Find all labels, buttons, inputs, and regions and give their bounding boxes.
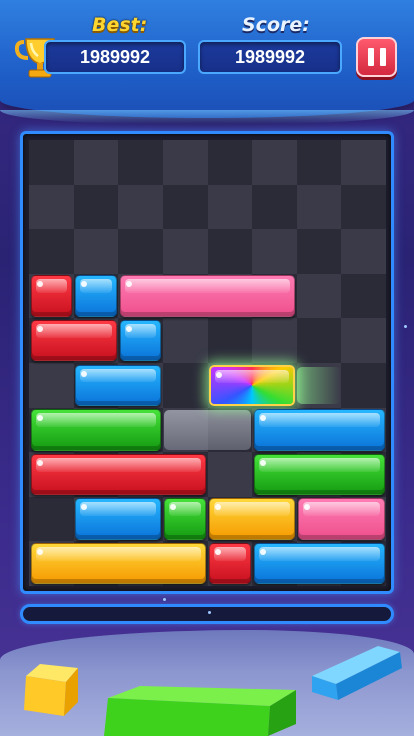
sparkle — [208, 611, 211, 614]
red-block[interactable] — [30, 319, 117, 362]
green-block[interactable] — [164, 498, 206, 540]
yellow-block[interactable] — [30, 542, 206, 585]
board-cell — [252, 184, 297, 230]
board-cell — [207, 229, 253, 274]
board-cell — [252, 229, 297, 274]
board-cell — [207, 452, 253, 497]
score-label: Score: — [242, 14, 310, 36]
board-cell — [207, 184, 253, 230]
board-cell — [29, 496, 74, 542]
board-cell — [118, 140, 163, 185]
pink-block[interactable] — [119, 275, 296, 317]
best-label: Best: — [92, 14, 148, 36]
pause-button[interactable] — [356, 37, 397, 77]
board-cell — [29, 363, 74, 408]
green-bar-decoration — [104, 686, 296, 736]
blue-bar-decoration — [312, 646, 402, 700]
sparkle — [404, 325, 407, 328]
blue-block[interactable] — [75, 498, 162, 540]
blue-block[interactable] — [119, 319, 162, 362]
pink-block[interactable] — [298, 498, 385, 540]
board-cell — [252, 318, 297, 363]
board-cell — [341, 229, 386, 274]
game-board — [20, 131, 394, 594]
board-cell — [29, 184, 74, 230]
board-cell — [207, 140, 253, 185]
score-value: 1989992 — [198, 40, 342, 74]
board-cell — [207, 318, 253, 363]
board-cell — [162, 363, 208, 408]
red-block[interactable] — [30, 275, 73, 317]
board-cell — [296, 229, 342, 274]
yellow-cube-decoration — [24, 664, 78, 716]
board-cell — [118, 184, 163, 230]
board-cell — [341, 184, 386, 230]
board-grid — [29, 140, 386, 586]
board-cell — [296, 318, 342, 363]
yellow-block[interactable] — [209, 498, 296, 540]
board-cell — [73, 229, 119, 274]
board-cell — [296, 273, 342, 319]
board-cell — [341, 318, 386, 363]
board-cell — [296, 140, 342, 185]
board-cell — [162, 184, 208, 230]
blue-block[interactable] — [253, 409, 385, 451]
blue-block[interactable] — [75, 364, 162, 407]
board-cell — [341, 140, 386, 185]
board-cell — [162, 229, 208, 274]
board-cell — [162, 318, 208, 363]
motion-trail — [296, 367, 342, 404]
red-block[interactable] — [209, 542, 251, 585]
board-cell — [73, 184, 119, 230]
board-cell — [73, 140, 119, 185]
red-block[interactable] — [30, 453, 206, 496]
drop-shadow-preview — [163, 409, 252, 451]
blue-block[interactable] — [253, 542, 385, 585]
pause-icon — [367, 48, 374, 66]
board-cell — [341, 363, 386, 408]
rainbow-block[interactable] — [209, 364, 296, 407]
board-cell — [162, 140, 208, 185]
blue-block[interactable] — [75, 275, 117, 317]
level-progress-bar — [20, 604, 394, 624]
sparkle — [163, 598, 166, 601]
board-cell — [118, 229, 163, 274]
board-cell — [296, 184, 342, 230]
board-cell — [29, 229, 74, 274]
green-block[interactable] — [30, 409, 162, 451]
green-block[interactable] — [253, 453, 385, 496]
best-value: 1989992 — [44, 40, 186, 74]
board-cell — [29, 140, 74, 185]
board-cell — [341, 273, 386, 319]
board-cell — [252, 140, 297, 185]
